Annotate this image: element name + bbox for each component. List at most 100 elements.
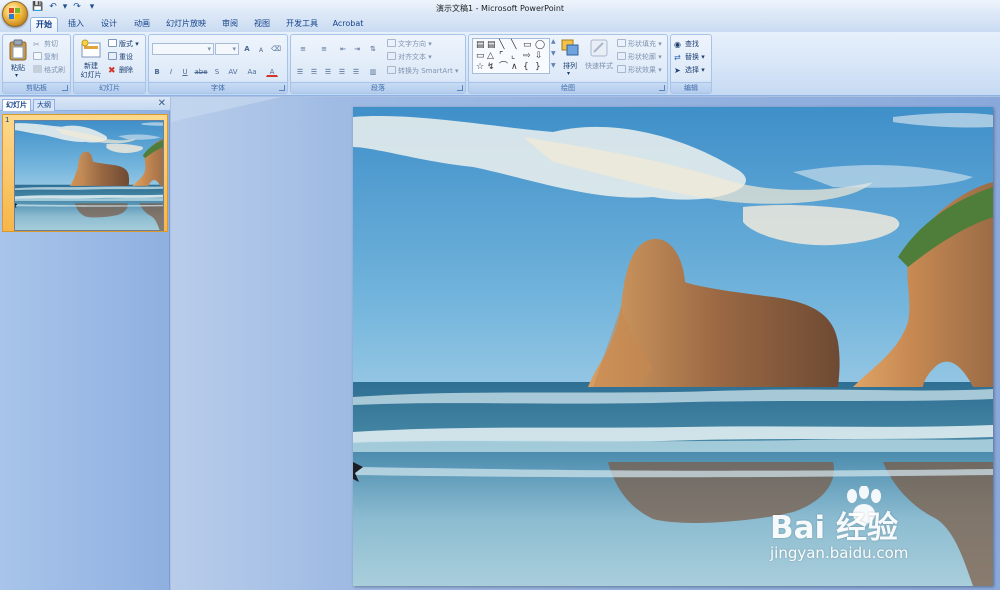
dialog-launcher-icon[interactable]: [62, 85, 68, 91]
strikethrough-button[interactable]: abe: [193, 66, 209, 77]
effects-icon: [617, 65, 626, 73]
line-spacing-icon[interactable]: ⇅: [367, 43, 379, 54]
italic-button[interactable]: I: [165, 66, 177, 77]
increase-indent-icon[interactable]: ⇥: [351, 43, 363, 54]
group-drawing: ▤ ▤ ╲ ╲ ▭ ◯ ▭ △ ⌜ ⌞ ⇨ ⇩ ☆ ↯ ⌒ ∧ { } ▲ ▼ …: [468, 34, 668, 94]
layout-button[interactable]: 版式 ▾: [108, 39, 139, 49]
reset-button[interactable]: 重设: [108, 52, 133, 62]
replace-button[interactable]: ⇄ 替换 ▾: [674, 52, 705, 62]
shapes-gallery[interactable]: ▤ ▤ ╲ ╲ ▭ ◯ ▭ △ ⌜ ⌞ ⇨ ⇩ ☆ ↯ ⌒ ∧ { }: [472, 38, 550, 74]
font-color-button[interactable]: A: [266, 66, 278, 77]
left-brace-shape-icon[interactable]: {: [523, 62, 529, 72]
bold-button[interactable]: B: [151, 66, 163, 77]
quick-styles-button[interactable]: 快速样式: [584, 38, 614, 82]
watermark-url: jingyan.baidu.com: [770, 544, 909, 562]
reset-label: 重设: [119, 53, 133, 61]
tab-animations[interactable]: 动画: [130, 17, 154, 32]
right-arrow-shape-icon[interactable]: ⇨: [523, 51, 531, 61]
arrange-button[interactable]: 排列 ▾: [557, 38, 583, 82]
find-button[interactable]: ◉ 查找: [674, 39, 699, 49]
font-size-combo[interactable]: [215, 43, 239, 55]
slide-thumbnail-image[interactable]: [14, 120, 164, 231]
align-center-icon[interactable]: ☰: [308, 66, 320, 77]
dialog-launcher-icon[interactable]: [279, 85, 285, 91]
shrink-font-button[interactable]: A: [255, 44, 267, 55]
columns-icon[interactable]: ▥: [367, 66, 379, 77]
replace-icon: ⇄: [674, 53, 681, 62]
align-text-label: 对齐文本: [398, 53, 426, 61]
tab-view[interactable]: 视图: [250, 17, 274, 32]
align-left-icon[interactable]: ☰: [294, 66, 306, 77]
paste-button[interactable]: 粘贴 ▾: [6, 37, 30, 81]
justify-icon[interactable]: ☰: [336, 66, 348, 77]
tab-home[interactable]: 开始: [30, 17, 58, 32]
format-painter-button[interactable]: 格式刷: [33, 65, 65, 75]
line-shape-icon[interactable]: ╲: [499, 40, 504, 50]
dialog-launcher-icon[interactable]: [659, 85, 665, 91]
curve-shape-icon[interactable]: ⌒: [499, 62, 508, 72]
shape-effects-button[interactable]: 形状效果 ▾: [617, 65, 662, 75]
tab-review[interactable]: 审阅: [218, 17, 242, 32]
arrow-line-shape-icon[interactable]: ╲: [511, 40, 516, 50]
bullets-icon[interactable]: ≡: [294, 43, 312, 54]
down-arrow-shape-icon[interactable]: ⇩: [535, 51, 543, 61]
decrease-indent-icon[interactable]: ⇤: [337, 43, 349, 54]
close-icon[interactable]: ✕: [158, 98, 166, 109]
brush-icon: [33, 65, 42, 73]
rectangle-shape-icon[interactable]: ▭: [523, 40, 532, 50]
pen-icon: [617, 52, 626, 60]
dialog-launcher-icon[interactable]: [457, 85, 463, 91]
oval-shape-icon[interactable]: ◯: [535, 40, 545, 50]
gallery-scroll-up-icon[interactable]: ▲: [551, 38, 556, 45]
gallery-more-icon[interactable]: ▼: [551, 62, 556, 69]
change-case-button[interactable]: Aa: [244, 66, 260, 77]
group-label-editing: 编辑: [671, 82, 711, 93]
elbow-shape-icon[interactable]: ⌞: [511, 51, 515, 61]
distribute-icon[interactable]: ☰: [350, 66, 362, 77]
pane-tabs: 幻灯片 大纲 ✕: [0, 97, 170, 111]
lightning-shape-icon[interactable]: ↯: [487, 62, 495, 72]
connector-shape-icon[interactable]: ⌜: [499, 51, 503, 61]
new-slide-label-2: 幻灯片: [80, 71, 102, 79]
font-family-combo[interactable]: [152, 43, 214, 55]
tab-developer[interactable]: 开发工具: [284, 17, 320, 32]
underline-button[interactable]: U: [179, 66, 191, 77]
cut-button[interactable]: ✂ 剪切: [33, 39, 58, 49]
copy-button[interactable]: 复制: [33, 52, 58, 62]
rounded-rect-shape-icon[interactable]: ▭: [476, 51, 485, 61]
new-slide-button[interactable]: 新建 幻灯片: [77, 37, 105, 81]
numbering-icon[interactable]: ≡: [315, 43, 333, 54]
tab-insert[interactable]: 插入: [64, 17, 88, 32]
delete-slide-button[interactable]: ✖ 删除: [108, 65, 133, 76]
tab-slideshow[interactable]: 幻灯片放映: [164, 17, 208, 32]
convert-smartart-button[interactable]: 转换为 SmartArt ▾: [387, 66, 459, 76]
quick-styles-label: 快速样式: [585, 62, 613, 70]
callout-shape-icon[interactable]: ☆: [476, 62, 484, 72]
chevron-down-icon: ▾: [15, 72, 19, 79]
select-button[interactable]: ➤ 选择 ▾: [674, 65, 705, 75]
clear-format-icon[interactable]: ⌫: [270, 43, 282, 54]
group-label-clipboard: 剪贴板: [3, 82, 70, 93]
tab-slides-pane[interactable]: 幻灯片: [2, 99, 31, 111]
shape-fill-button[interactable]: 形状填充 ▾: [617, 39, 662, 49]
tab-design[interactable]: 设计: [97, 17, 121, 32]
tab-outline-pane[interactable]: 大纲: [33, 99, 55, 111]
find-label: 查找: [685, 40, 699, 48]
triangle-shape-icon[interactable]: △: [487, 51, 494, 61]
freeform-shape-icon[interactable]: ∧: [511, 62, 518, 72]
shadow-button[interactable]: S: [211, 66, 223, 77]
text-direction-button[interactable]: 文字方向 ▾: [387, 39, 432, 49]
gallery-scroll-down-icon[interactable]: ▼: [551, 50, 556, 57]
grow-font-button[interactable]: A: [241, 43, 253, 54]
textbox-vertical-shape-icon[interactable]: ▤: [487, 40, 496, 50]
align-right-icon[interactable]: ☰: [322, 66, 334, 77]
textbox-shape-icon[interactable]: ▤: [476, 40, 485, 50]
align-text-button[interactable]: 对齐文本 ▾: [387, 52, 432, 62]
office-button[interactable]: [2, 1, 28, 27]
slide-number: 1: [5, 116, 10, 124]
chevron-down-icon: ▾: [567, 70, 571, 77]
shape-outline-button[interactable]: 形状轮廓 ▾: [617, 52, 662, 62]
tab-acrobat[interactable]: Acrobat: [330, 17, 366, 32]
right-brace-shape-icon[interactable]: }: [535, 62, 541, 72]
char-spacing-button[interactable]: AV: [225, 66, 241, 77]
